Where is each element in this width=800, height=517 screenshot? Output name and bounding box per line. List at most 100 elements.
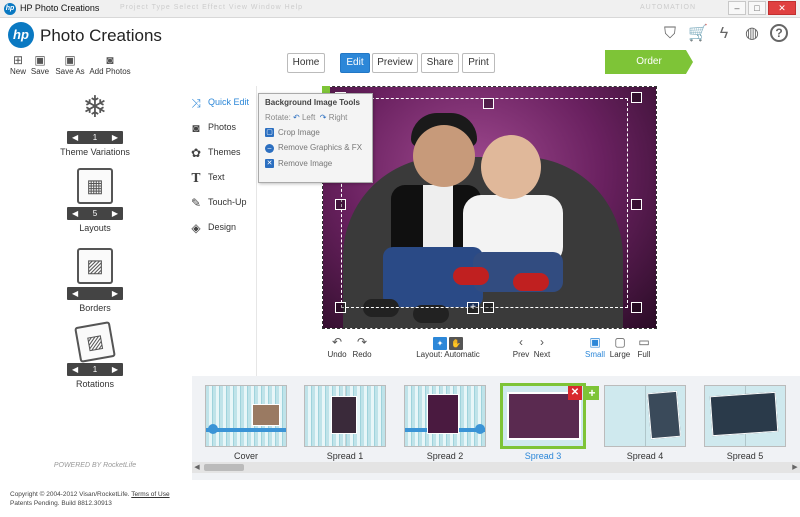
spread-thumb-cover[interactable] (205, 385, 287, 447)
cart-icon[interactable]: 🛒 (688, 24, 708, 44)
tab-preview[interactable]: Preview (372, 53, 418, 73)
borders-stepper[interactable]: ◀ ▶ (67, 287, 123, 300)
tag-icon[interactable]: ⛉ (660, 24, 680, 44)
delete-spread-icon[interactable]: ✕ (568, 386, 582, 400)
rotations-icon: ▨ (74, 321, 116, 363)
rotate-left-icon[interactable]: ↶ (293, 113, 300, 122)
tool-text[interactable]: T Text (188, 167, 256, 187)
layers-icon: ◈ (191, 220, 201, 235)
tool-themes[interactable]: ✿ Themes (188, 142, 256, 162)
filmstrip-scrollbar[interactable]: ◀ ▶ (192, 462, 800, 473)
help-icon[interactable]: ? (770, 24, 788, 42)
tab-print[interactable]: Print (462, 53, 495, 73)
popup-title: Background Image Tools (265, 98, 360, 107)
camera-icon: ◙ (192, 120, 200, 135)
crop-image-button[interactable]: ▢ Crop Image (265, 128, 366, 138)
monitor-full-icon: ▭ (638, 335, 650, 349)
size-large-button[interactable]: ▢ Large (608, 336, 632, 360)
undo-icon: ↶ (331, 335, 343, 349)
crop-frame[interactable] (341, 98, 628, 308)
size-full-button[interactable]: ▭ Full (634, 335, 654, 360)
crop-handle[interactable] (335, 199, 346, 210)
app-name: Photo Creations (40, 26, 162, 45)
stepper-right-icon[interactable]: ▶ (112, 287, 118, 300)
size-small-button[interactable]: ▣ Small (584, 336, 606, 360)
crop-handle[interactable] (335, 302, 346, 313)
terms-of-use-link[interactable]: Terms of Use (131, 491, 169, 498)
spread-label[interactable]: Spread 5 (704, 451, 786, 461)
add-spread-icon[interactable]: + (585, 386, 599, 400)
save-as-button[interactable]: ▣ Save As (50, 54, 90, 76)
stepper-left-icon[interactable]: ◀ (72, 207, 78, 220)
rotate-right-button[interactable]: Right (329, 113, 348, 122)
next-button[interactable]: › Next (532, 335, 552, 360)
scroll-right-icon[interactable]: ▶ (790, 462, 800, 473)
layouts-stepper[interactable]: ◀ 5 ▶ (67, 207, 123, 220)
stepper-left-icon[interactable]: ◀ (72, 131, 78, 144)
hand-icon[interactable]: ✋ (449, 337, 463, 350)
shuffle-icon: ⤨ (191, 95, 201, 110)
rotate-left-button[interactable]: Left (302, 113, 315, 122)
stepper-left-icon[interactable]: ◀ (72, 287, 78, 300)
spread-label[interactable]: Spread 2 (404, 451, 486, 461)
remove-graphics-fx-button[interactable]: – Remove Graphics & FX (265, 143, 366, 153)
stepper-left-icon[interactable]: ◀ (72, 363, 78, 376)
tab-home[interactable]: Home (287, 53, 325, 73)
spread-thumb-1[interactable] (304, 385, 386, 447)
theme-variations-stepper[interactable]: ◀ 1 ▶ (67, 131, 123, 144)
spread-thumb-2[interactable] (404, 385, 486, 447)
crop-handle[interactable] (631, 302, 642, 313)
chevron-right-icon: › (540, 335, 544, 349)
undo-button[interactable]: ↶ Undo (326, 335, 348, 360)
borders-icon: ▨ (77, 248, 113, 284)
tool-design[interactable]: ◈ Design (188, 217, 256, 237)
ghost-menu-text: Project Type Select Effect View Window H… (120, 4, 304, 11)
magic-wand-icon[interactable]: ✦ (433, 337, 447, 350)
layouts-icon: ▦ (77, 168, 113, 204)
close-button[interactable]: ✕ (768, 1, 796, 15)
tool-quick-edit[interactable]: ⤨ Quick Edit (188, 92, 256, 112)
spread-label[interactable]: Spread 4 (604, 451, 686, 461)
rotations-group: ▨ ◀ 1 ▶ Rotations (40, 321, 150, 389)
spread-thumb-4[interactable] (604, 385, 686, 447)
tool-touch-up[interactable]: ✎ Touch-Up (188, 192, 256, 212)
crop-handle[interactable] (483, 98, 494, 109)
rotations-stepper[interactable]: ◀ 1 ▶ (67, 363, 123, 376)
order-button[interactable]: Order (605, 50, 693, 74)
tab-edit[interactable]: Edit (340, 53, 370, 73)
add-photos-button[interactable]: ◙ Add Photos (88, 54, 132, 76)
save-as-icon: ▣ (64, 53, 76, 67)
spread-thumb-5[interactable] (704, 385, 786, 447)
stepper-right-icon[interactable]: ▶ (112, 131, 118, 144)
redo-button[interactable]: ↷ Redo (350, 336, 374, 360)
spread-label[interactable]: Cover (205, 451, 287, 461)
scroll-left-icon[interactable]: ◀ (192, 462, 202, 473)
scroll-thumb[interactable] (204, 464, 244, 471)
lightning-icon[interactable]: ϟ (714, 24, 734, 44)
layouts-group: ▦ ◀ 5 ▶ Layouts (40, 168, 150, 233)
crop-handle[interactable] (631, 199, 642, 210)
stepper-right-icon[interactable]: ▶ (112, 363, 118, 376)
spread-label[interactable]: Spread 1 (304, 451, 386, 461)
chevron-left-icon: ‹ (519, 335, 523, 349)
crop-handle[interactable] (483, 302, 494, 313)
crop-handle[interactable] (631, 92, 642, 103)
background-image-tools-popup: Background Image Tools Rotate: ↶ Left ↷ … (258, 93, 373, 183)
borders-label: Borders (79, 303, 111, 313)
remove-icon: ✕ (265, 159, 274, 169)
move-plus-icon[interactable]: + (467, 302, 479, 314)
maximize-button[interactable]: □ (748, 1, 766, 15)
prev-button[interactable]: ‹ Prev (511, 335, 531, 360)
remove-image-button[interactable]: ✕ Remove Image (265, 159, 366, 169)
globe-icon[interactable]: ◍ (742, 24, 762, 44)
tool-photos[interactable]: ◙ Photos (188, 117, 256, 137)
layout-automatic-control[interactable]: ✦ ✋ Layout: Automatic (412, 336, 484, 359)
stepper-right-icon[interactable]: ▶ (112, 207, 118, 220)
left-panel: ❄ ◀ 1 ▶ Theme Variations ▦ ◀ 5 ▶ Layouts ▨ ◀… (0, 80, 185, 517)
tab-share[interactable]: Share (421, 53, 459, 73)
spread-label[interactable]: Spread 3 (502, 451, 584, 461)
rotate-right-icon[interactable]: ↷ (320, 113, 327, 122)
hp-logo: hp (8, 22, 34, 48)
minimize-button[interactable]: – (728, 1, 746, 15)
copyright: Copyright © 2004-2012 Visan/RocketLife. … (10, 491, 170, 507)
